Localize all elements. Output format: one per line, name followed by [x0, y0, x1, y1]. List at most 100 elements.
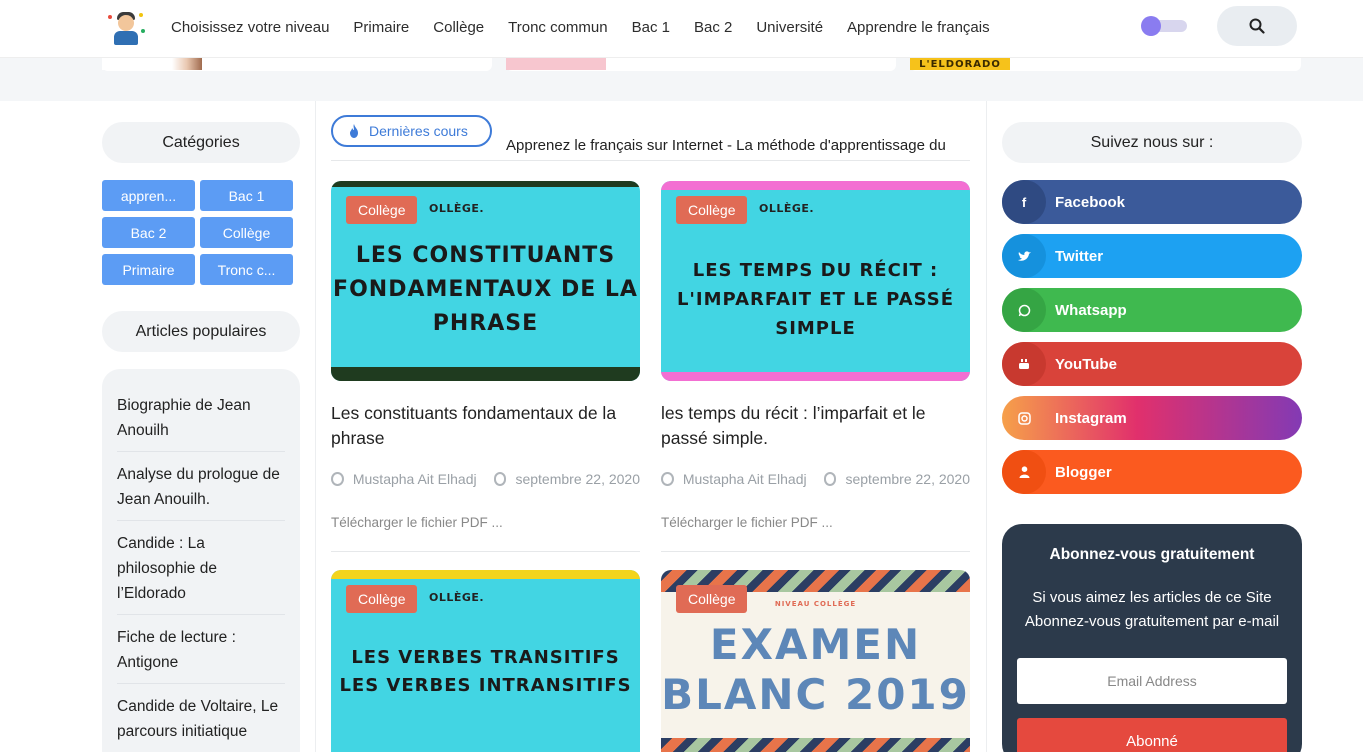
popular-article-link[interactable]: Analyse du prologue de Jean Anouilh.	[117, 452, 285, 521]
popular-article-link[interactable]: Candide : La philosophie de l’Eldorado	[117, 521, 285, 615]
post-thumbnail[interactable]: OLLÈGE. LES TEMPS DU RÉCIT : L'IMPARFAIT…	[661, 181, 970, 381]
youtube-link[interactable]: YouTube	[1002, 342, 1302, 386]
toggle-knob	[1141, 16, 1161, 36]
category-badge[interactable]: Collège	[346, 585, 418, 613]
thumb-headline-line: SIMPLE	[775, 318, 856, 339]
popular-articles: Biographie de Jean Anouilh Analyse du pr…	[102, 369, 300, 752]
nav-item-niveau[interactable]: Choisissez votre niveau	[171, 19, 329, 36]
thumb-headline: LES CONSTITUANTS FONDAMENTAUX DE LA PHRA…	[331, 239, 640, 341]
site-logo[interactable]	[106, 7, 146, 47]
featured-thumb	[102, 58, 202, 70]
social-label: Facebook	[1055, 193, 1126, 211]
logo-dot	[139, 13, 143, 17]
category-badge[interactable]: Collège	[346, 196, 418, 224]
thumb-headline-line: L'IMPARFAIT ET LE PASSÉ	[676, 289, 955, 310]
nav-item-primaire[interactable]: Primaire	[353, 19, 409, 36]
post-thumbnail[interactable]: OLLÈGE. LES VERBES TRANSITIFS LES VERBES…	[331, 570, 640, 752]
post-card: OLLÈGE. LES VERBES TRANSITIFS LES VERBES…	[331, 570, 640, 752]
newsletter-description: Si vous aimez les articles de ce Site Ab…	[1002, 586, 1302, 634]
post-title[interactable]: les temps du récit : l’imparfait et le p…	[661, 401, 970, 451]
thumb-headline-line: FONDAMENTAUX DE LA	[333, 277, 638, 302]
category-tag[interactable]: Collège	[200, 217, 293, 248]
twitter-icon	[1002, 234, 1046, 278]
popular-article-link[interactable]: Candide de Voltaire, Le parcours initiat…	[117, 684, 285, 752]
follow-us-title: Suivez nous sur :	[1002, 122, 1302, 163]
facebook-icon: f	[1002, 180, 1046, 224]
dark-mode-toggle[interactable]	[1141, 16, 1187, 36]
thumb-headline: LES VERBES TRANSITIFS LES VERBES INTRANS…	[331, 644, 640, 700]
logo-dot	[108, 15, 112, 19]
post-author[interactable]: Mustapha Ait Elhadj	[353, 471, 477, 487]
social-label: Instagram	[1055, 409, 1127, 427]
category-tag[interactable]: Tronc c...	[200, 254, 293, 285]
whatsapp-link[interactable]: Whatsapp	[1002, 288, 1302, 332]
blogger-link[interactable]: Blogger	[1002, 450, 1302, 494]
post-title[interactable]: Les constituants fondamentaux de la phra…	[331, 401, 640, 451]
featured-thumb-eldorado: L'ELDORADO	[910, 58, 1010, 70]
social-label: Blogger	[1055, 463, 1112, 481]
nav-item-apprendre-francais[interactable]: Apprendre le français	[847, 19, 990, 36]
latest-courses-button[interactable]: Dernières cours	[331, 115, 492, 147]
twitter-link[interactable]: Twitter	[1002, 234, 1302, 278]
subscribe-button[interactable]: Abonné	[1017, 718, 1287, 752]
latest-courses-label: Dernières cours	[369, 123, 468, 139]
category-badge[interactable]: Collège	[676, 585, 748, 613]
nav-item-tronc-commun[interactable]: Tronc commun	[508, 19, 607, 36]
popular-article-link[interactable]: Fiche de lecture : Antigone	[117, 615, 285, 684]
thumb-headline: EXAMEN BLANC 2019	[661, 620, 970, 720]
thumb-top-band	[331, 181, 640, 187]
thumb-bottom-band	[331, 367, 640, 381]
post-author[interactable]: Mustapha Ait Elhadj	[683, 471, 807, 487]
search-icon	[1249, 18, 1265, 34]
user-icon	[661, 472, 674, 486]
nav-item-universite[interactable]: Université	[756, 19, 823, 36]
thumb-level-label: OLLÈGE.	[429, 202, 485, 215]
category-tag[interactable]: appren...	[102, 180, 195, 211]
post-divider	[331, 551, 640, 552]
user-icon	[331, 472, 344, 486]
top-navigation-bar: Choisissez votre niveau Primaire Collège…	[0, 0, 1363, 58]
facebook-link[interactable]: f Facebook	[1002, 180, 1302, 224]
post-card: OLLÈGE. LES TEMPS DU RÉCIT : L'IMPARFAIT…	[661, 181, 970, 552]
fire-icon	[350, 124, 358, 138]
popular-article-link[interactable]: Biographie de Jean Anouilh	[117, 383, 285, 452]
post-card: NIVEAU COLLÈGE EXAMEN BLANC 2019 Collège	[661, 570, 970, 752]
email-field[interactable]: Email Address	[1017, 658, 1287, 704]
thumb-headline-line: LES VERBES INTRANSITIFS	[339, 675, 632, 696]
thumb-top-band	[331, 570, 640, 579]
newsletter-description-line: Abonnez-vous gratuitement par e-mail	[1024, 613, 1280, 630]
logo-face	[118, 15, 134, 31]
post-excerpt: Télécharger le fichier PDF ...	[661, 515, 833, 530]
category-tag[interactable]: Primaire	[102, 254, 195, 285]
post-card: OLLÈGE. LES CONSTITUANTS FONDAMENTAUX DE…	[331, 181, 640, 552]
thumb-headline-line: LES CONSTITUANTS	[355, 243, 616, 268]
category-tag[interactable]: Bac 2	[102, 217, 195, 248]
instagram-link[interactable]: Instagram	[1002, 396, 1302, 440]
ticker-divider	[331, 160, 970, 161]
thumb-stripe-band	[661, 738, 970, 752]
news-ticker[interactable]: Apprenez le français sur Internet - La m…	[506, 137, 970, 159]
nav-item-college[interactable]: Collège	[433, 19, 484, 36]
post-meta: Mustapha Ait Elhadj septembre 22, 2020	[331, 471, 640, 487]
instagram-icon	[1002, 396, 1046, 440]
category-badge[interactable]: Collège	[676, 196, 748, 224]
blogger-icon	[1002, 450, 1046, 494]
newsletter-description-line: Si vous aimez les articles de ce Site	[1032, 589, 1272, 606]
thumb-bottom-band	[661, 372, 970, 381]
post-date: septembre 22, 2020	[845, 471, 970, 487]
categories-title: Catégories	[102, 122, 300, 163]
clock-icon	[823, 472, 837, 486]
post-thumbnail[interactable]: NIVEAU COLLÈGE EXAMEN BLANC 2019 Collège	[661, 570, 970, 752]
nav-item-bac-1[interactable]: Bac 1	[632, 19, 670, 36]
post-thumbnail[interactable]: OLLÈGE. LES CONSTITUANTS FONDAMENTAUX DE…	[331, 181, 640, 381]
logo-body	[114, 31, 138, 45]
nav-item-bac-2[interactable]: Bac 2	[694, 19, 732, 36]
social-label: Twitter	[1055, 247, 1104, 265]
categories-list: appren... Bac 1 Bac 2 Collège Primaire T…	[102, 180, 296, 285]
whatsapp-icon	[1002, 288, 1046, 332]
clock-icon	[493, 472, 507, 486]
category-tag[interactable]: Bac 1	[200, 180, 293, 211]
search-button[interactable]	[1217, 6, 1297, 46]
thumb-headline-line: LES VERBES TRANSITIFS	[351, 647, 620, 668]
thumb-headline-line: PHRASE	[432, 311, 539, 336]
